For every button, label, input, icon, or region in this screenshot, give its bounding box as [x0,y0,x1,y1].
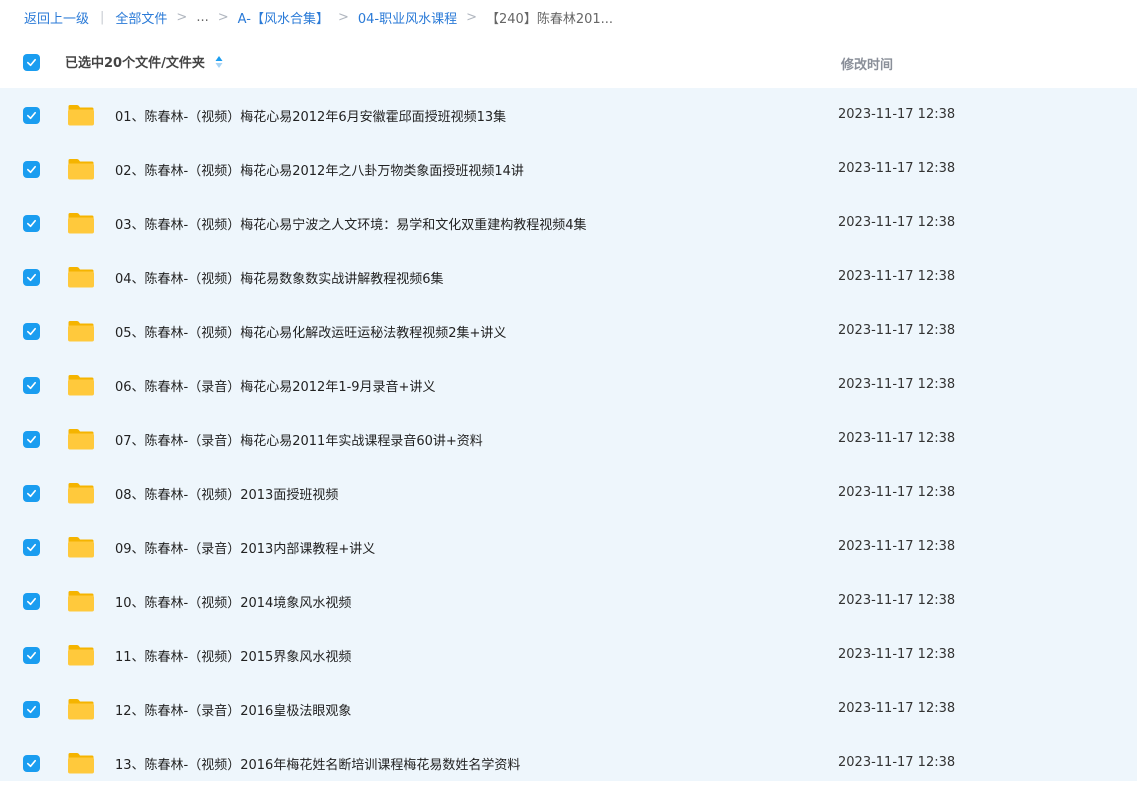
selection-count: 已选中20个文件/文件夹 [65,52,223,71]
file-name[interactable]: 13、陈春林-（视频）2016年梅花姓名断培训课程梅花易数姓名学资料 [115,754,520,773]
file-name[interactable]: 12、陈春林-（录音）2016皇极法眼观象 [115,700,351,719]
folder-icon [68,159,94,180]
file-modified-time: 2023-11-17 12:38 [838,593,956,608]
file-row[interactable]: 04、陈春林-（视频）梅花易数象数实战讲解教程视频6集 2023-11-17 12… [0,250,1137,304]
file-modified-time: 2023-11-17 12:38 [838,107,956,122]
folder-icon [68,321,94,342]
chevron-right-icon: > [466,9,477,25]
file-row[interactable]: 03、陈春林-（视频）梅花心易宁波之人文环境：易学和文化双重建构教程视频4集 20… [0,196,1137,250]
folder-icon [68,591,94,612]
checkbox-checked-icon[interactable] [23,593,40,610]
file-name[interactable]: 05、陈春林-（视频）梅花心易化解改运旺运秘法教程视频2集+讲义 [115,322,506,341]
breadcrumb-current: 【240】陈春林201... [486,11,614,27]
file-name[interactable]: 03、陈春林-（视频）梅花心易宁波之人文环境：易学和文化双重建构教程视频4集 [115,214,587,233]
file-row[interactable]: 01、陈春林-（视频）梅花心易2012年6月安徽霍邱面授班视频13集 2023-1… [0,88,1137,142]
checkbox-checked-icon[interactable] [23,755,40,772]
folder-icon [68,213,94,234]
folder-icon [68,753,94,774]
select-all-checkbox-icon[interactable] [23,54,40,71]
checkbox-checked-icon[interactable] [23,377,40,394]
folder-icon [68,429,94,450]
file-row[interactable]: 13、陈春林-（视频）2016年梅花姓名断培训课程梅花易数姓名学资料 2023-1… [0,736,1137,790]
file-list: 01、陈春林-（视频）梅花心易2012年6月安徽霍邱面授班视频13集 2023-1… [0,88,1137,781]
modified-time-column-header[interactable]: 修改时间 [841,54,893,73]
file-modified-time: 2023-11-17 12:38 [838,269,956,284]
checkbox-checked-icon[interactable] [23,701,40,718]
file-row[interactable]: 06、陈春林-（录音）梅花心易2012年1-9月录音+讲义 2023-11-17 … [0,358,1137,412]
file-name[interactable]: 02、陈春林-（视频）梅花心易2012年之八卦万物类象面授班视频14讲 [115,160,524,179]
breadcrumb-all-files[interactable]: 全部文件 [115,8,167,27]
file-modified-time: 2023-11-17 12:38 [838,431,956,446]
file-list-header: 已选中20个文件/文件夹 修改时间 [0,34,1137,88]
checkbox-checked-icon[interactable] [23,161,40,178]
file-row[interactable]: 07、陈春林-（录音）梅花心易2011年实战课程录音60讲+资料 2023-11-… [0,412,1137,466]
file-name[interactable]: 09、陈春林-（录音）2013内部课教程+讲义 [115,538,375,557]
breadcrumb-ellipsis[interactable]: ... [196,10,208,25]
file-row[interactable]: 02、陈春林-（视频）梅花心易2012年之八卦万物类象面授班视频14讲 2023-… [0,142,1137,196]
checkbox-checked-icon[interactable] [23,107,40,124]
folder-icon [68,537,94,558]
folder-icon [68,105,94,126]
breadcrumb-divider: | [100,9,105,25]
file-modified-time: 2023-11-17 12:38 [838,161,956,176]
folder-icon [68,267,94,288]
file-row[interactable]: 12、陈春林-（录音）2016皇极法眼观象 2023-11-17 12:38 [0,682,1137,736]
folder-icon [68,645,94,666]
file-modified-time: 2023-11-17 12:38 [838,323,956,338]
checkbox-checked-icon[interactable] [23,485,40,502]
file-name[interactable]: 06、陈春林-（录音）梅花心易2012年1-9月录音+讲义 [115,376,435,395]
file-row[interactable]: 05、陈春林-（视频）梅花心易化解改运旺运秘法教程视频2集+讲义 2023-11-… [0,304,1137,358]
file-name[interactable]: 11、陈春林-（视频）2015界象风水视频 [115,646,351,665]
file-modified-time: 2023-11-17 12:38 [838,377,956,392]
file-modified-time: 2023-11-17 12:38 [838,215,956,230]
chevron-right-icon: > [217,9,229,25]
back-link[interactable]: 返回上一级 [24,8,89,27]
checkbox-checked-icon[interactable] [23,431,40,448]
file-modified-time: 2023-11-17 12:38 [838,485,956,500]
file-row[interactable]: 09、陈春林-（录音）2013内部课教程+讲义 2023-11-17 12:38 [0,520,1137,574]
file-row[interactable]: 11、陈春林-（视频）2015界象风水视频 2023-11-17 12:38 [0,628,1137,682]
breadcrumb: 返回上一级 | 全部文件 > ... > A-【风水合集】 > 04-职业风水课… [0,0,1137,34]
sort-icon[interactable] [215,55,223,69]
selection-label: 已选中20个文件/文件夹 [65,56,205,71]
checkbox-checked-icon[interactable] [23,647,40,664]
file-row[interactable]: 08、陈春林-（视频）2013面授班视频 2023-11-17 12:38 [0,466,1137,520]
folder-icon [68,375,94,396]
chevron-right-icon: > [176,9,188,25]
file-name[interactable]: 01、陈春林-（视频）梅花心易2012年6月安徽霍邱面授班视频13集 [115,106,506,125]
file-name[interactable]: 04、陈春林-（视频）梅花易数象数实战讲解教程视频6集 [115,268,444,287]
file-name[interactable]: 08、陈春林-（视频）2013面授班视频 [115,484,338,503]
breadcrumb-level2[interactable]: 04-职业风水课程 [358,8,457,27]
breadcrumb-level1[interactable]: A-【风水合集】 [238,8,329,27]
folder-icon [68,483,94,504]
checkbox-checked-icon[interactable] [23,269,40,286]
file-row[interactable]: 10、陈春林-（视频）2014境象风水视频 2023-11-17 12:38 [0,574,1137,628]
file-modified-time: 2023-11-17 12:38 [838,539,956,554]
file-name[interactable]: 07、陈春林-（录音）梅花心易2011年实战课程录音60讲+资料 [115,430,483,449]
checkbox-checked-icon[interactable] [23,323,40,340]
checkbox-checked-icon[interactable] [23,539,40,556]
file-modified-time: 2023-11-17 12:38 [838,647,956,662]
file-modified-time: 2023-11-17 12:38 [838,701,956,716]
checkbox-checked-icon[interactable] [23,215,40,232]
chevron-right-icon: > [337,9,349,25]
folder-icon [68,699,94,720]
file-name[interactable]: 10、陈春林-（视频）2014境象风水视频 [115,592,351,611]
file-modified-time: 2023-11-17 12:38 [838,755,956,770]
